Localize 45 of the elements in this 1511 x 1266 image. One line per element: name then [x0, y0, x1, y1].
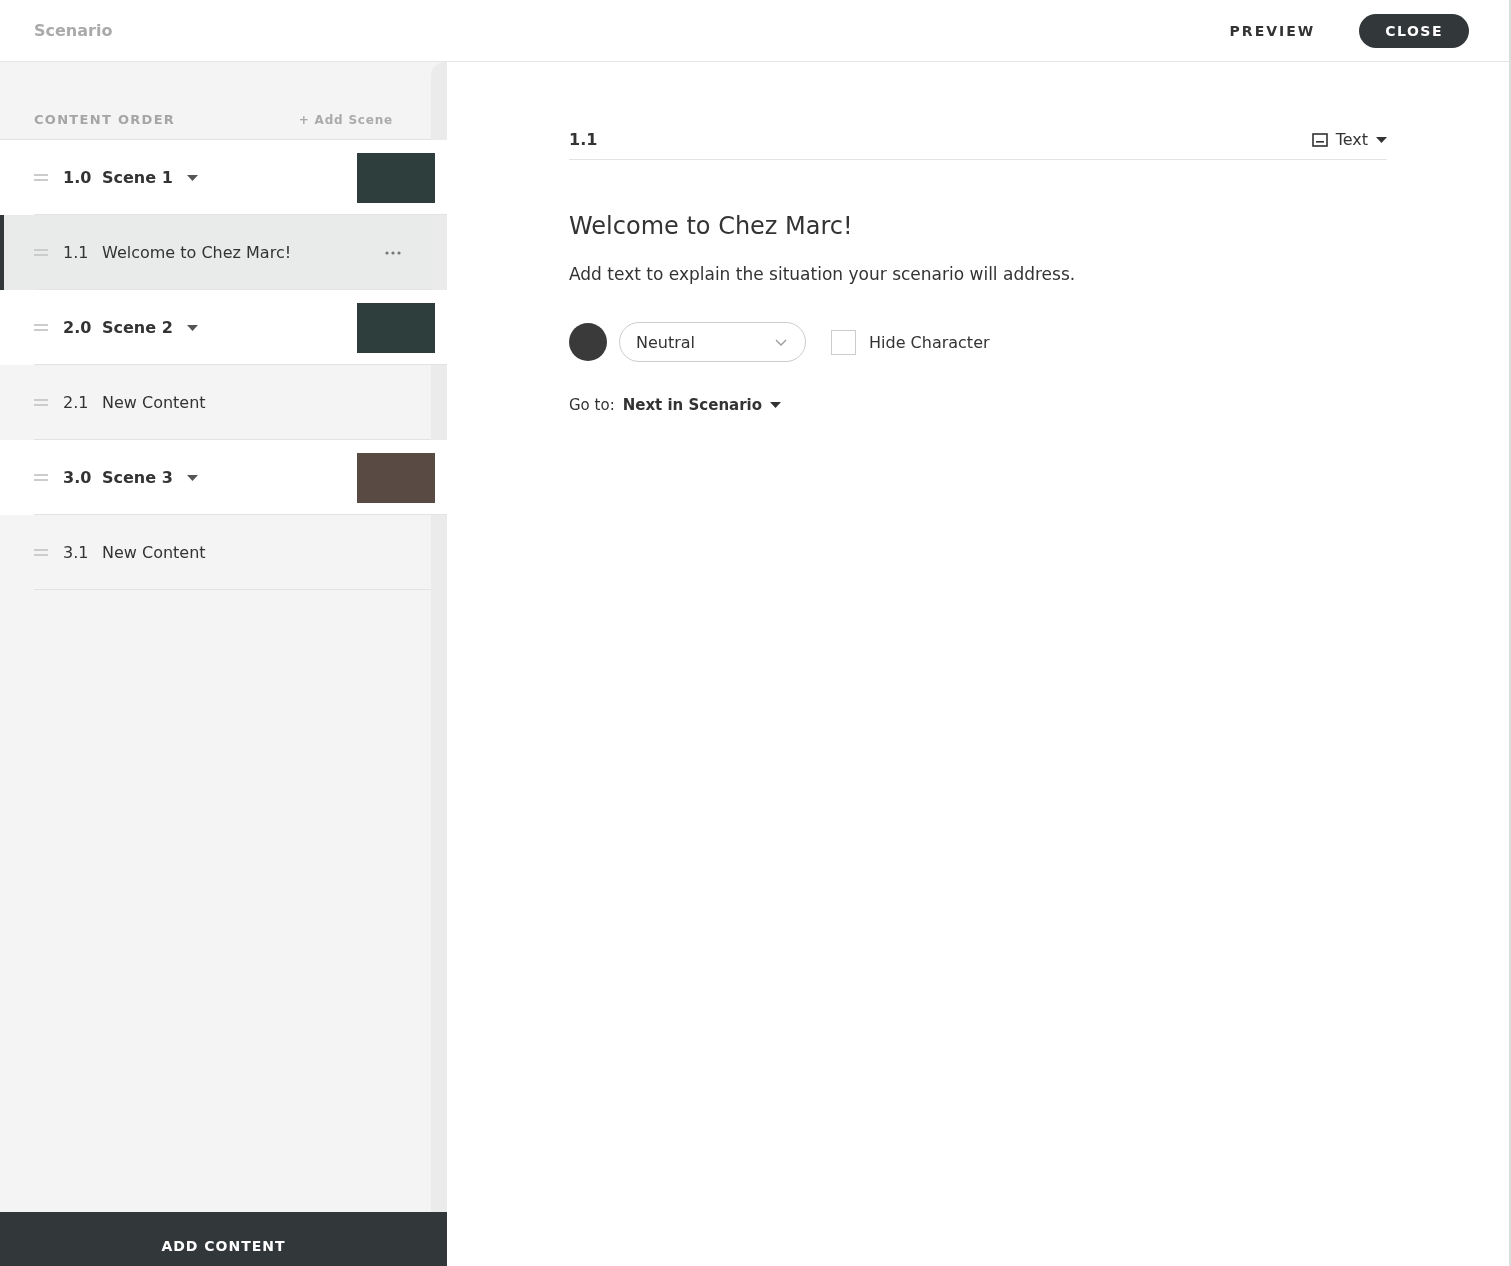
item-title: Welcome to Chez Marc!	[102, 243, 292, 262]
item-title: Scene 1	[102, 168, 173, 187]
content-row[interactable]: 1.1 Welcome to Chez Marc!	[0, 215, 431, 290]
drag-handle-icon[interactable]	[34, 474, 48, 481]
drag-handle-icon[interactable]	[34, 324, 48, 331]
drag-handle-icon[interactable]	[34, 399, 48, 406]
item-number: 3.1	[63, 543, 90, 562]
caret-icon	[186, 474, 198, 481]
caret-icon	[186, 174, 198, 181]
goto-dropdown[interactable]: Next in Scenario	[622, 396, 782, 414]
type-dropdown[interactable]: Text	[1311, 130, 1387, 149]
content-number: 1.1	[569, 130, 599, 149]
item-number: 1.0	[63, 168, 93, 187]
preview-button[interactable]: PREVIEW	[1223, 21, 1322, 40]
item-number: 3.0	[63, 468, 93, 487]
item-title: New Content	[102, 393, 206, 412]
caret-icon	[770, 402, 782, 408]
hide-character-checkbox[interactable]	[831, 329, 856, 355]
scene-row[interactable]: 3.0 Scene 3	[0, 440, 447, 515]
scene-row[interactable]: 2.0 Scene 2	[0, 290, 447, 365]
app-title: Scenario	[34, 21, 114, 40]
item-title: New Content	[102, 543, 206, 562]
item-number: 1.1	[63, 243, 90, 262]
close-button[interactable]: CLOSE	[1359, 13, 1469, 48]
item-number: 2.1	[63, 393, 90, 412]
item-title: Scene 2	[102, 318, 173, 337]
drag-handle-icon[interactable]	[34, 249, 48, 256]
drag-handle-icon[interactable]	[34, 549, 48, 556]
more-icon[interactable]	[385, 250, 401, 255]
caret-icon	[1376, 136, 1387, 143]
item-number: 2.0	[63, 318, 93, 337]
content-body: Add text to explain the situation your scenario will address.	[569, 264, 1077, 284]
text-box-icon	[1311, 132, 1328, 147]
checkbox-label: Hide Character	[869, 332, 990, 352]
goto-label: Go to:	[569, 396, 615, 414]
avatar	[569, 323, 607, 361]
mood-dropdown[interactable]: Neutral	[619, 322, 806, 362]
scene-row[interactable]: 1.0 Scene 1	[0, 140, 447, 215]
caret-icon	[186, 324, 198, 331]
add-content-button[interactable]: ADD CONTENT	[0, 1212, 447, 1266]
section-heading: CONTENT ORDER	[34, 112, 177, 127]
chevron-down-icon	[775, 338, 787, 346]
drag-handle-icon[interactable]	[34, 174, 48, 181]
content-heading: Welcome to Chez Marc!	[569, 212, 854, 240]
item-title: Scene 3	[102, 468, 173, 487]
